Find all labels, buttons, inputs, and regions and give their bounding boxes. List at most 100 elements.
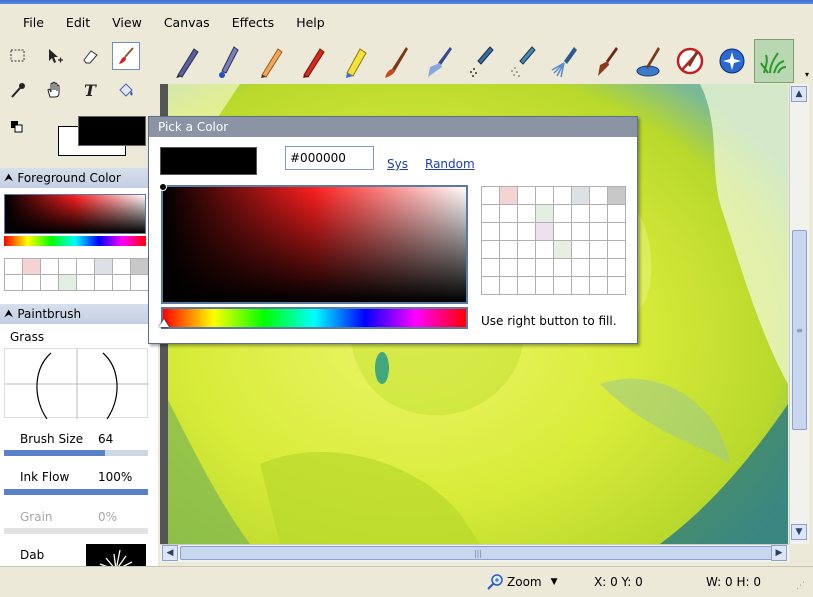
picker-hint-text: Use right button to fill.: [481, 314, 617, 328]
airbrush-icon: [470, 46, 494, 77]
red-pencil-icon: [303, 48, 325, 78]
vertical-scroll-thumb[interactable]: ≡: [792, 230, 807, 430]
section-label: Paintbrush: [17, 307, 82, 321]
brush-red-pencil[interactable]: [292, 39, 332, 83]
brush-toolbar: [158, 38, 800, 84]
foreground-color-header[interactable]: ⮝ Foreground Color: [0, 168, 154, 188]
eraser-icon: [83, 50, 98, 64]
brush-shape-preview-icon: [5, 349, 149, 420]
scroll-down-icon[interactable]: ▼: [791, 524, 807, 540]
menu-effects[interactable]: Effects: [221, 15, 286, 30]
brush-star[interactable]: [712, 39, 752, 83]
brush-felt-marker[interactable]: [334, 39, 374, 83]
eyedropper-tool[interactable]: [4, 76, 32, 104]
current-color-swatch: [160, 147, 257, 175]
brush-grass[interactable]: [754, 39, 794, 83]
hand-tool[interactable]: [40, 76, 68, 104]
swap-colors-icon[interactable]: [10, 120, 24, 134]
paintbrush-icon: [119, 47, 134, 64]
flat-brush-icon: [598, 47, 618, 76]
random-color-link[interactable]: Random: [425, 157, 475, 171]
rectangle-select-tool[interactable]: [4, 42, 32, 70]
foreground-gradient-picker[interactable]: [4, 194, 146, 234]
pencil-icon: [261, 48, 283, 78]
text-tool-icon: T: [84, 81, 97, 100]
brush-airbrush[interactable]: [460, 39, 500, 83]
horizontal-scrollbar[interactable]: ◀ ||| ▶: [160, 544, 789, 562]
resize-grip-icon[interactable]: ⋰: [796, 581, 805, 591]
eraser-tool[interactable]: [76, 42, 104, 70]
brush-fan[interactable]: [544, 39, 584, 83]
brush-oil[interactable]: [376, 39, 416, 83]
brush-pen[interactable]: [166, 39, 206, 83]
menu-view[interactable]: View: [101, 15, 153, 30]
brush-size-label: Brush Size: [20, 432, 84, 446]
brush-ink-pen[interactable]: [208, 39, 248, 83]
brush-name: Grass: [10, 330, 45, 344]
eyedropper-icon: [11, 83, 25, 98]
paintbrush-header[interactable]: ⮝ Paintbrush: [0, 304, 154, 324]
toolbar-overflow-chevron-icon[interactable]: ▾: [805, 70, 809, 79]
color-swatches-area: [0, 108, 158, 168]
brush-size-slider[interactable]: [4, 450, 148, 456]
ink-flow-slider[interactable]: [4, 489, 148, 495]
menu-canvas[interactable]: Canvas: [153, 15, 221, 30]
hand-pan-icon: [47, 81, 60, 98]
brush-broad[interactable]: [418, 39, 458, 83]
zoom-magnifier-icon: [487, 574, 503, 590]
grain-label: Grain: [20, 510, 53, 524]
brush-preview: [4, 348, 149, 420]
star-brush-icon: [719, 48, 745, 74]
fill-tool[interactable]: [112, 76, 140, 104]
vertical-scrollbar[interactable]: ▲ ≡ ▼: [789, 84, 809, 544]
scroll-right-icon[interactable]: ▶: [771, 545, 787, 561]
pen-icon: [176, 48, 199, 78]
chevron-down-icon: ▼: [550, 577, 558, 587]
scroll-up-icon[interactable]: ▲: [791, 86, 807, 102]
paint-bucket-brush-icon: [636, 47, 660, 77]
paintbrush-tool[interactable]: [112, 42, 140, 70]
zoom-dropdown[interactable]: Zoom ▼: [486, 573, 558, 591]
cursor-coordinates: X: 0 Y: 0: [594, 575, 643, 589]
section-label: Foreground Color: [17, 171, 121, 185]
text-tool[interactable]: T: [76, 76, 104, 104]
fill-bucket-icon: [119, 83, 133, 97]
pick-color-popup: Pick a Color Sys Random Use right button…: [148, 116, 638, 344]
felt-marker-icon: [346, 48, 367, 78]
grain-value: 0%: [98, 510, 118, 524]
collapse-chevron-icon: ⮝: [4, 171, 14, 184]
hue-marker-icon: [159, 319, 169, 327]
spray-icon: [511, 46, 536, 77]
grain-slider: [4, 528, 148, 534]
grass-brush-icon: [760, 52, 787, 74]
brush-flat[interactable]: [586, 39, 626, 83]
menu-edit[interactable]: Edit: [55, 15, 101, 30]
brush-spray[interactable]: [502, 39, 542, 83]
menu-help[interactable]: Help: [285, 15, 336, 30]
scroll-left-icon[interactable]: ◀: [162, 545, 178, 561]
menu-file[interactable]: File: [12, 15, 55, 30]
hex-color-input[interactable]: [285, 146, 374, 170]
sys-colors-link[interactable]: Sys: [387, 157, 408, 171]
no-brush-icon: [676, 47, 704, 75]
horizontal-scroll-thumb[interactable]: |||: [180, 546, 776, 560]
hue-slider[interactable]: [159, 307, 468, 329]
move-tool[interactable]: [40, 42, 68, 70]
scroll-grip-icon: ≡: [796, 325, 803, 335]
dab-label: Dab: [20, 548, 45, 562]
brush-bucket-brush[interactable]: [628, 39, 668, 83]
custom-color-palette[interactable]: [481, 186, 626, 295]
zoom-label: Zoom: [507, 575, 542, 589]
move-arrow-icon: [49, 49, 63, 63]
foreground-mini-palette[interactable]: [4, 258, 149, 291]
window-title-bar: [0, 0, 813, 4]
foreground-color-swatch[interactable]: [78, 116, 146, 146]
status-bar: Zoom ▼ X: 0 Y: 0 W: 0 H: 0 ⋰: [0, 566, 813, 597]
rectangle-select-icon: [10, 49, 25, 62]
saturation-value-picker[interactable]: [159, 183, 468, 304]
selection-dimensions: W: 0 H: 0: [706, 575, 761, 589]
foreground-hue-slider[interactable]: [4, 236, 146, 246]
tool-palette: T: [0, 38, 158, 108]
brush-pencil[interactable]: [250, 39, 290, 83]
brush-no[interactable]: [670, 39, 710, 83]
